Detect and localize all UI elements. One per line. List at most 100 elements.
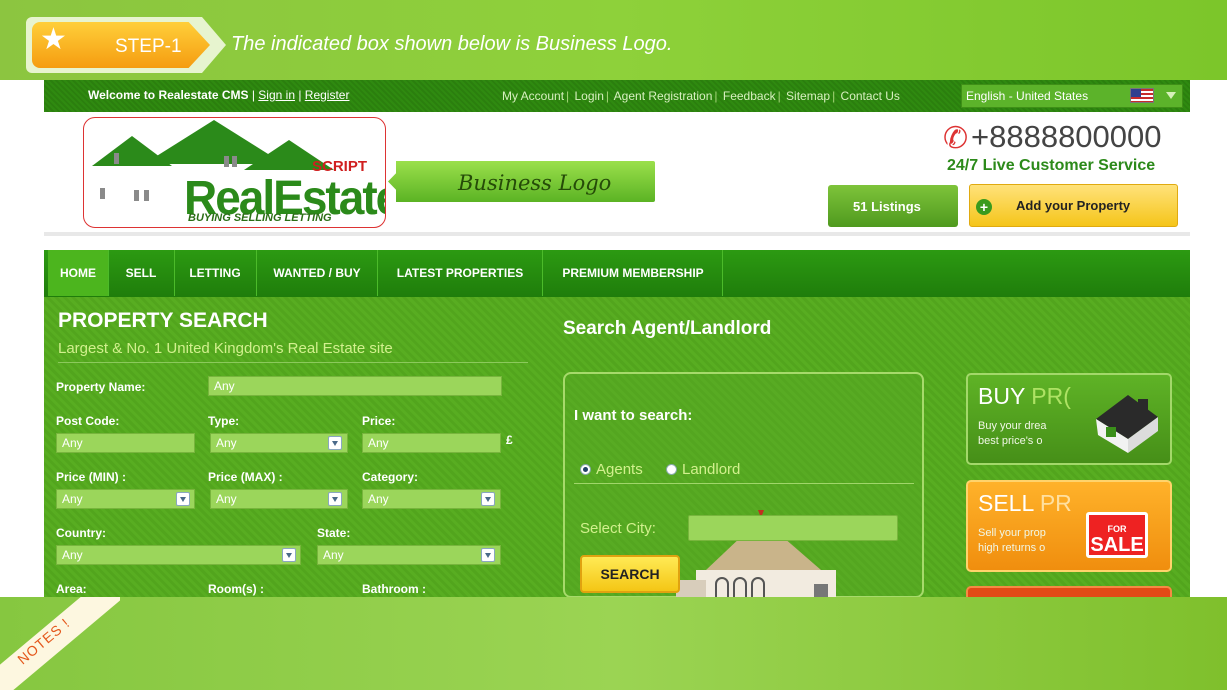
promo-line: best price's o [978,435,1043,447]
my-account-link[interactable]: My Account [502,89,564,103]
post-code-label: Post Code: [56,414,120,428]
chevron-down-icon[interactable] [481,548,495,562]
promo-title-a: SELL [978,490,1040,516]
welcome-text: Welcome to Realestate CMS | Sign in | Re… [88,88,350,102]
chevron-down-icon[interactable] [328,492,342,506]
window-shape [134,190,139,201]
country-select[interactable]: Any [56,545,301,565]
contact-us-link[interactable]: Contact Us [841,89,900,103]
state-label: State: [317,526,351,540]
nav-home[interactable]: HOME [48,250,108,296]
want-search-label: I want to search: [574,407,693,424]
feedback-link[interactable]: Feedback [723,89,776,103]
price-min-select[interactable]: Any [56,489,195,509]
header-divider [44,232,1190,236]
state-select[interactable]: Any [317,545,501,565]
agent-registration-link[interactable]: Agent Registration [614,89,713,103]
chevron-down-icon[interactable] [1166,92,1176,99]
promo-title: BUY PR( [978,383,1071,410]
logo-tagline: BUYING SELLING LETTING [188,212,332,224]
window-shape [100,188,105,199]
promo-line: Sell your prop [978,527,1046,539]
promo-title-b: PR [1039,490,1072,516]
divider [574,483,914,484]
listings-label: 51 Listings [853,199,921,214]
country-label: Country: [56,526,106,540]
category-label: Category: [362,470,419,484]
nav-separator [542,250,543,296]
sign-big-text: SALE [1090,534,1144,556]
nav-latest-properties[interactable]: LATEST PROPERTIES [379,250,541,296]
city-input[interactable] [688,515,898,541]
sign-in-link[interactable]: Sign in [258,88,295,102]
promo-line: high returns o [978,542,1046,554]
window-shape [224,156,229,167]
buy-property-promo[interactable]: BUY PR( Buy your drea best price's o [966,373,1172,465]
currency-symbol: £ [506,433,513,447]
phone-number: +8888800000 [971,119,1162,154]
top-nav: My Account | Login | Agent Registration | F… [502,89,900,103]
agent-search-title: Search Agent/Landlord [563,318,772,339]
nav-sell[interactable]: SELL [110,250,172,296]
notes-ribbon [0,597,120,690]
search-button[interactable]: SEARCH [580,555,680,593]
price-label: Price: [362,414,396,428]
promo-line: Buy your drea [978,420,1047,432]
agents-radio[interactable] [580,464,591,475]
landlord-radio[interactable] [666,464,677,475]
welcome-label: Welcome to Realestate CMS [88,88,249,102]
promo-description: Sell your prop high returns o [978,526,1074,556]
promo-title-a: BUY [978,383,1032,409]
nav-wanted-buy[interactable]: WANTED / BUY [258,250,376,296]
notes-bar [0,597,1227,690]
language-value: English - United States [966,89,1089,103]
site-logo[interactable]: SCRIPT RealEstate BUYING SELLING LETTING [83,117,386,228]
price-max-label: Price (MAX) : [208,470,283,484]
price-input[interactable]: Any [362,433,501,453]
bathroom-label: Bathroom : [362,582,426,596]
landlord-radio-label[interactable]: Landlord [682,461,740,478]
step-label: STEP-1 [115,36,182,57]
register-link[interactable]: Register [305,88,350,102]
nav-premium-membership[interactable]: PREMIUM MEMBERSHIP [544,250,722,296]
agents-radio-label[interactable]: Agents [596,461,643,478]
us-flag-icon [1130,88,1154,103]
customer-service-text: 24/7 Live Customer Service [947,157,1156,174]
sitemap-link[interactable]: Sitemap [786,89,830,103]
window-shape [144,190,149,201]
area-label: Area: [56,582,87,596]
price-min-label: Price (MIN) : [56,470,127,484]
window-shape [114,153,119,164]
promo-title: SELL PR [978,490,1072,517]
chevron-down-icon[interactable] [176,492,190,506]
nav-separator [377,250,378,296]
rooms-label: Room(s) : [208,582,264,596]
post-code-input[interactable]: Any [56,433,195,453]
nav-separator [722,250,723,296]
nav-letting[interactable]: LETTING [176,250,254,296]
promo-description: Buy your drea best price's o [978,419,1074,449]
sell-property-promo[interactable]: SELL PR Sell your prop high returns o FO… [966,480,1172,572]
type-label: Type: [208,414,240,428]
nav-separator [174,250,175,296]
phone-icon: ✆ [943,122,969,155]
property-search-subtitle: Largest & No. 1 United Kingdom's Real Es… [58,340,393,357]
star-icon: ★ [40,23,67,56]
add-property-label: Add your Property [1016,198,1131,213]
business-logo-label: Business Logo [458,171,612,195]
chevron-down-icon[interactable] [328,436,342,450]
step-description: The indicated box shown below is Busines… [231,33,673,55]
divider [58,362,528,363]
promo-title-b: PR( [1031,383,1071,409]
login-link[interactable]: Login [575,89,604,103]
plus-icon: + [976,199,992,215]
for-sale-sign: FOR SALE [1086,512,1148,558]
chevron-down-icon[interactable] [481,492,495,506]
window-shape [232,156,237,167]
nav-separator [256,250,257,296]
property-name-label: Property Name: [56,380,146,394]
nav-separator [108,250,109,296]
property-name-input[interactable]: Any [208,376,502,396]
house-icon [1096,395,1158,453]
chevron-down-icon[interactable] [282,548,296,562]
